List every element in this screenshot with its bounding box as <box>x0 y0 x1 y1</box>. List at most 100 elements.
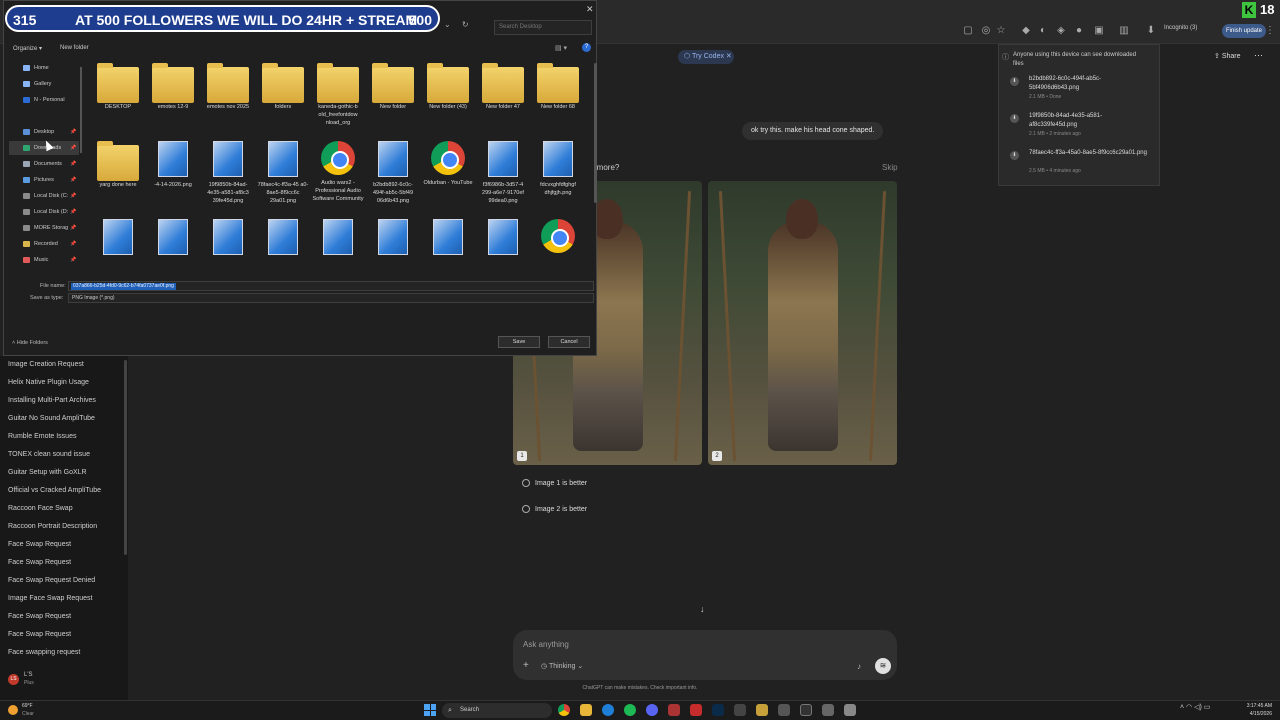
sidebar-chat-item[interactable]: Official vs Cracked AmpliTube <box>8 487 101 494</box>
folder-item[interactable]: New folder 47 <box>477 63 529 111</box>
file-item[interactable] <box>92 219 144 259</box>
file-name-field[interactable]: 037a866-b25d-4fd0-9c62-b74fa0737ae0f.png <box>68 281 594 291</box>
hide-folders-button[interactable]: ˄ Hide Folders <box>12 340 48 346</box>
folder-item[interactable]: folders <box>257 63 309 111</box>
discord-icon[interactable] <box>646 704 658 716</box>
extension-icon[interactable]: ● <box>1073 25 1085 37</box>
sidebar-chat-item[interactable]: Image Creation Request <box>8 361 84 368</box>
sidebar-chat-item[interactable]: Installing Multi-Part Archives <box>8 397 96 404</box>
image-2-better-button[interactable]: Image 2 is better <box>522 505 587 513</box>
file-item[interactable]: Oldurban - YouTube <box>422 141 474 187</box>
download-icon[interactable]: ⬇ <box>1145 25 1157 37</box>
pin-icon[interactable]: 📌 <box>70 253 76 267</box>
folder-item[interactable]: yarg done here <box>92 141 144 189</box>
sidebar-chat-item[interactable]: Face Swap Request <box>8 541 71 548</box>
message-input[interactable]: Ask anything <box>523 640 569 649</box>
save-button[interactable]: Save <box>498 336 540 348</box>
file-item[interactable]: 78faec4c-ff3a-45 a0-8ae5-8f9cc6c 29a01.p… <box>257 141 309 205</box>
scroll-down-icon[interactable]: ↓ <box>700 604 705 614</box>
file-item[interactable] <box>257 219 309 259</box>
sidebar-chat-item[interactable]: Face Swap Request <box>8 559 71 566</box>
sidebar-chat-item[interactable]: Face Swap Request Denied <box>8 577 95 584</box>
close-icon[interactable]: ✕ <box>586 4 594 15</box>
puzzle-icon[interactable]: ▣ <box>1093 25 1105 37</box>
extension-icon[interactable]: ◆ <box>1020 25 1032 37</box>
file-item[interactable] <box>202 219 254 259</box>
pin-icon[interactable]: 📌 <box>70 157 76 171</box>
windows-start-icon[interactable] <box>424 704 436 716</box>
sidebar-chat-item[interactable]: Guitar Setup with GoXLR <box>8 469 87 476</box>
view-options-icon[interactable]: ▤ ▾ <box>555 44 567 52</box>
app-icon[interactable] <box>822 704 834 716</box>
sidebar-chat-item[interactable]: Guitar No Sound AmpliTube <box>8 415 95 422</box>
acrobat-icon[interactable] <box>690 704 702 716</box>
app-icon[interactable] <box>756 704 768 716</box>
nav-item[interactable]: MORE Storag 📌 <box>9 221 79 235</box>
sidebar-chat-item[interactable]: Face Swap Request <box>8 631 71 638</box>
file-item[interactable] <box>477 219 529 259</box>
search-input[interactable]: Search Desktop <box>494 20 592 35</box>
sidebar-scrollbar[interactable] <box>124 360 127 555</box>
generated-image-2[interactable]: 2 <box>708 181 897 465</box>
sidebar-chat-item[interactable]: Image Face Swap Request <box>8 595 92 602</box>
page-icon[interactable]: ▢ <box>962 25 974 37</box>
file-item[interactable]: f3f6986b-3d57-4 299-a6e7-9170ef 99dea0.p… <box>477 141 529 205</box>
file-item[interactable]: -4-14-2026.png <box>147 141 199 189</box>
image-1-better-button[interactable]: Image 1 is better <box>522 479 587 487</box>
pin-icon[interactable]: 📌 <box>70 189 76 203</box>
sidebar-chat-item[interactable]: Raccoon Face Swap <box>8 505 73 512</box>
cancel-button[interactable]: Cancel <box>548 336 590 348</box>
nav-item[interactable]: Recorded 📌 <box>9 237 79 251</box>
pin-icon[interactable]: 📌 <box>70 205 76 219</box>
sidebar-chat-item[interactable]: TONEX clean sound issue <box>8 451 90 458</box>
file-item[interactable]: b2bdb892-6c0c-494f-ab5c-5bf49 06d6b43.pn… <box>367 141 419 205</box>
nav-item[interactable]: Local Disk (C: 📌 <box>9 189 79 203</box>
microphone-icon[interactable]: ♪ <box>857 662 861 671</box>
folder-item[interactable]: New folder (43) <box>422 63 474 111</box>
photoshop-icon[interactable] <box>712 704 724 716</box>
extension-icon[interactable]: ◐ <box>1037 25 1049 37</box>
pin-icon[interactable]: 📌 <box>70 141 76 155</box>
chevron-down-icon[interactable]: ⌄ <box>444 20 451 29</box>
folder-item[interactable]: emotes nov 2025 <box>202 63 254 111</box>
pin-icon[interactable]: 📌 <box>70 237 76 251</box>
app-icon[interactable] <box>668 704 680 716</box>
save-type-select[interactable]: PNG Image (*.png) <box>68 293 594 303</box>
organize-menu[interactable]: Organize ▾ <box>13 45 42 52</box>
extension-icon[interactable]: ◈ <box>1055 25 1067 37</box>
clock[interactable]: 3:17:45 AM 4/15/2026 <box>1238 702 1272 718</box>
new-folder-button[interactable]: New folder <box>60 45 89 51</box>
nav-item[interactable]: N - Personal <box>9 93 79 107</box>
app-icon[interactable] <box>844 704 856 716</box>
close-icon[interactable]: ✕ <box>726 53 732 60</box>
file-item[interactable] <box>312 219 364 259</box>
nav-item[interactable]: Gallery <box>9 77 79 91</box>
skip-button[interactable]: Skip <box>882 163 898 172</box>
refresh-icon[interactable]: ↻ <box>462 20 469 29</box>
plus-icon[interactable]: + <box>523 660 529 671</box>
sidebar-chat-item[interactable]: Helix Native Plugin Usage <box>8 379 89 386</box>
file-item[interactable] <box>532 219 584 257</box>
pin-icon[interactable]: 📌 <box>70 125 76 139</box>
edge-icon[interactable] <box>602 704 614 716</box>
star-icon[interactable]: ☆ <box>995 25 1007 37</box>
sidebar-chat-item[interactable]: Face swapping request <box>8 649 80 656</box>
sidebar-chat-item[interactable]: Raccoon Portrait Description <box>8 523 97 530</box>
nav-scrollbar[interactable] <box>80 67 82 153</box>
obs-icon[interactable] <box>800 704 812 716</box>
spotify-icon[interactable] <box>624 704 636 716</box>
more-options-icon[interactable]: ⋯ <box>1254 50 1263 61</box>
system-tray[interactable]: ˄ ◠ ◁) ▭ <box>1180 703 1210 711</box>
nav-item[interactable]: Desktop 📌 <box>9 125 79 139</box>
folder-item[interactable]: New folder 68 <box>532 63 584 111</box>
folder-item[interactable]: kaneda-gothic-b old_freefontdow nload_or… <box>312 63 364 127</box>
folder-item[interactable]: New folder <box>367 63 419 111</box>
grid-scrollbar[interactable] <box>594 63 597 203</box>
chrome-icon[interactable] <box>558 704 570 716</box>
app-icon[interactable] <box>778 704 790 716</box>
pin-icon[interactable]: 📌 <box>70 221 76 235</box>
file-item[interactable]: Audio wars2 - Professional Audio Softwar… <box>312 141 364 203</box>
taskbar-search[interactable]: ⌕ Search <box>442 703 552 718</box>
terminal-icon[interactable] <box>734 704 746 716</box>
pin-icon[interactable]: 📌 <box>70 173 76 187</box>
